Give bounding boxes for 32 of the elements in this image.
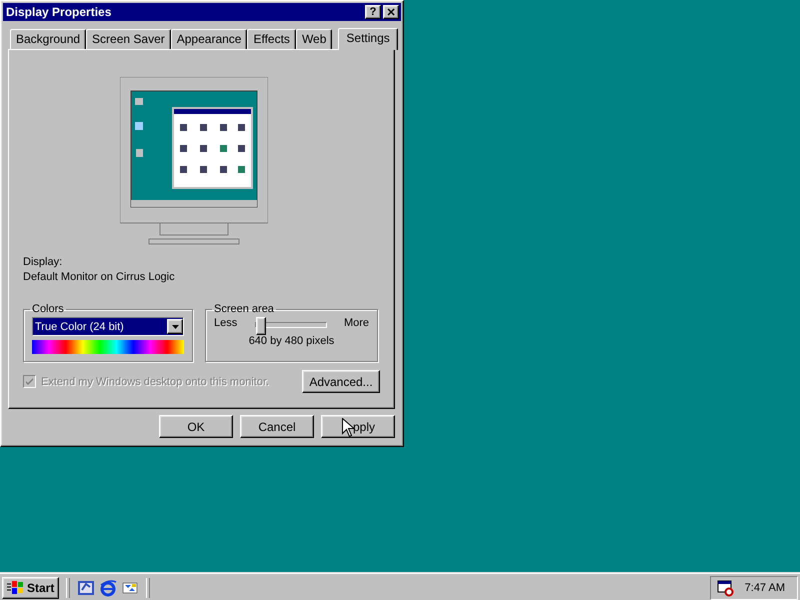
dialog-button[interactable]: Cancel xyxy=(240,415,314,438)
browser-icon[interactable] xyxy=(99,578,118,596)
checkbox-label: Extend my Windows desktop onto this monitor. xyxy=(41,376,270,388)
group-title: Screen area xyxy=(213,303,275,315)
slider-max-label: More xyxy=(344,317,369,329)
display-label: Display: xyxy=(23,255,64,270)
slider-thumb[interactable] xyxy=(256,317,266,335)
caret-icon xyxy=(172,324,178,328)
check-icon xyxy=(24,376,35,387)
flag-icon xyxy=(7,580,25,596)
tab[interactable]: Background xyxy=(10,29,86,49)
window-title: Display Properties xyxy=(6,5,112,19)
close-button[interactable]: ✕ xyxy=(383,5,399,19)
scheduler-icon[interactable] xyxy=(716,578,735,596)
tab[interactable]: Appearance xyxy=(170,29,248,49)
tab[interactable]: Screen Saver xyxy=(86,29,171,49)
colors-dropdown[interactable]: True Color (24 bit) xyxy=(32,317,184,336)
start-button[interactable]: Start xyxy=(2,576,60,598)
resolution-reading: 640 by 480 pixels xyxy=(248,335,336,347)
mouse-cursor-icon xyxy=(342,418,354,437)
tab[interactable]: Settings xyxy=(338,28,398,50)
tab[interactable]: Web xyxy=(296,29,332,49)
help-button[interactable]: ? xyxy=(365,5,381,19)
slider-min-label: Less xyxy=(214,317,238,329)
display-value: Default Monitor on Cirrus Logic xyxy=(23,270,176,285)
advanced-button[interactable]: Advanced... xyxy=(302,370,380,393)
group-title: Colors xyxy=(31,303,65,315)
desktop-icon[interactable] xyxy=(77,578,96,596)
dialog-button[interactable]: OK xyxy=(159,415,233,438)
tab[interactable]: Effects xyxy=(247,29,296,49)
clock: 7:47 AM xyxy=(744,582,785,594)
dialog-button[interactable]: pply xyxy=(321,415,395,438)
